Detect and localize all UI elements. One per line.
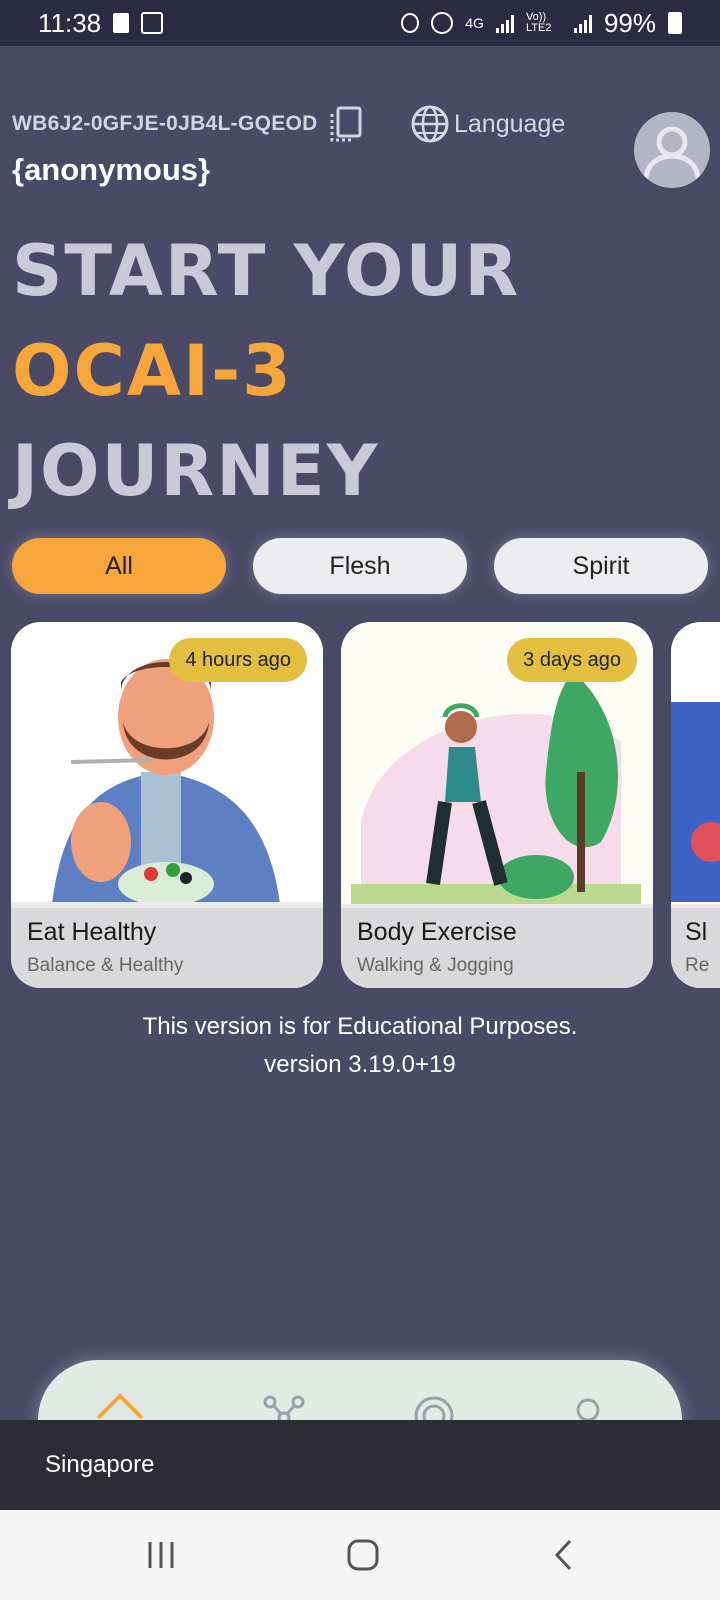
card-subtitle: Balance & Healthy [27, 955, 184, 976]
card-subtitle: Walking & Jogging [357, 955, 514, 976]
alarm-icon [431, 12, 454, 34]
language-selector[interactable]: Language [410, 104, 565, 144]
journey-card-body-exercise[interactable]: 3 days ago Body Exercise Walking & Joggi… [341, 622, 653, 988]
volte-label: Vo)) LTE2 [525, 11, 552, 34]
filter-chip-flesh[interactable]: Flesh [253, 538, 467, 594]
educational-notice: This version is for Educational Purposes… [142, 1013, 578, 1040]
lock-icon [401, 13, 420, 33]
language-label: Language [454, 109, 566, 138]
card-title: Body Exercise [357, 918, 517, 946]
card-caption: Eat Healthy Balance & Healthy [11, 908, 323, 988]
filter-chip-label: All [105, 551, 133, 580]
battery-percent: 99% [603, 7, 656, 38]
toast-message: Singapore [0, 1420, 720, 1510]
filter-chip-all[interactable]: All [12, 538, 226, 594]
headline-line-1: START YOUR [12, 230, 521, 312]
user-avatar-icon [643, 126, 701, 179]
avatar[interactable] [634, 112, 710, 188]
back-icon[interactable] [552, 1538, 576, 1572]
filter-chip-spirit[interactable]: Spirit [494, 538, 708, 594]
network-type: 4G [465, 15, 484, 31]
filter-chip-label: Spirit [572, 551, 630, 580]
version-notice: This version is for Educational Purposes… [0, 1008, 720, 1084]
globe-icon [411, 105, 449, 143]
journey-card-partial[interactable]: Sl Re [671, 622, 720, 988]
version-label: version 3.19.0+19 [264, 1051, 456, 1078]
journey-card-eat-healthy[interactable]: 4 hours ago Eat Healthy Balance & Health… [11, 622, 323, 988]
time-badge: 3 days ago [507, 638, 637, 682]
sd-card-icon [113, 13, 130, 33]
system-navigation-bar [0, 1510, 720, 1600]
device-code: WB6J2-0GFJE-0JB4L-GQEOD [12, 112, 318, 135]
card-caption: Body Exercise Walking & Jogging [341, 908, 653, 988]
filter-chip-label: Flesh [329, 551, 391, 580]
card-title: Eat Healthy [27, 918, 157, 946]
signal-icon-2 [573, 13, 592, 33]
card-title: Sl [685, 918, 708, 946]
copy-icon[interactable] [328, 106, 364, 144]
home-button-icon[interactable] [346, 1538, 380, 1572]
headline-line-2: OCAI-3 [12, 330, 293, 412]
status-time: 11:38 [38, 7, 102, 38]
card-caption: Sl Re [671, 908, 720, 988]
card-subtitle: Re [685, 955, 710, 976]
time-badge: 4 hours ago [169, 638, 307, 682]
recent-apps-icon[interactable] [146, 1538, 176, 1572]
signal-icon [495, 13, 514, 33]
headline-line-3: JOURNEY [12, 430, 380, 512]
gallery-icon [141, 12, 164, 34]
status-bar: 11:38 4G Vo)) LTE2 99% [0, 0, 720, 46]
battery-icon [668, 12, 682, 34]
username: {anonymous} [12, 152, 211, 187]
toast-text: Singapore [45, 1451, 155, 1478]
